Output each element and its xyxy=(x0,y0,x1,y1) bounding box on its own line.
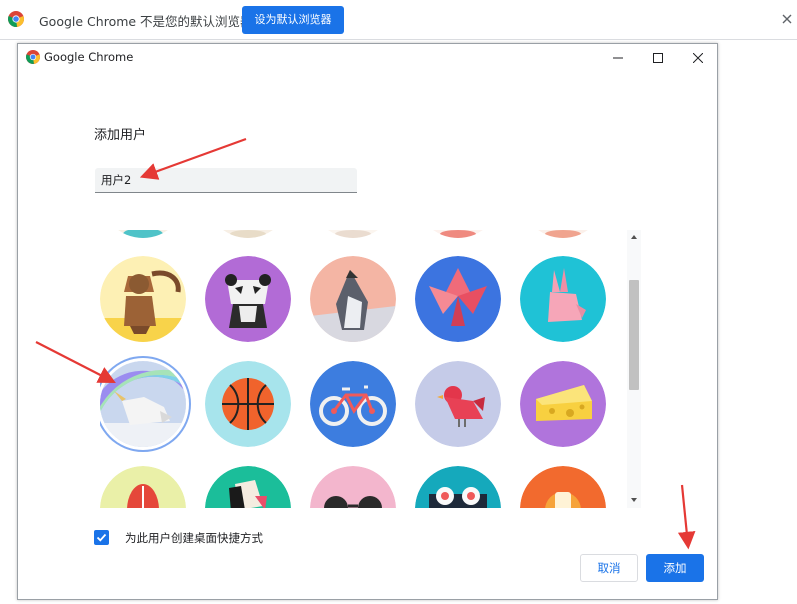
avatar-bicycle[interactable] xyxy=(310,361,396,447)
chrome-logo-icon xyxy=(8,11,24,27)
add-button[interactable]: 添加 xyxy=(646,554,704,582)
checkmark-icon xyxy=(96,533,107,542)
avatar-option[interactable] xyxy=(205,230,291,238)
maximize-icon xyxy=(653,53,663,63)
avatar-fox[interactable] xyxy=(520,466,606,508)
maximize-button[interactable] xyxy=(638,44,678,72)
avatar-grid xyxy=(100,230,640,508)
infobar-message: Google Chrome 不是您的默认浏览器 xyxy=(39,14,253,29)
close-window-button[interactable] xyxy=(678,44,718,72)
add-user-dialog: Google Chrome 添加用户 用户2 为此用户创建桌面快捷方式 取消 添… xyxy=(17,43,718,600)
scroll-up-arrow-icon[interactable] xyxy=(629,233,639,241)
dialog-heading: 添加用户 xyxy=(94,128,147,143)
create-shortcut-label[interactable]: 为此用户创建桌面快捷方式 xyxy=(125,530,263,546)
avatar-rabbit[interactable] xyxy=(520,256,606,342)
avatar-burger[interactable] xyxy=(205,466,291,508)
avatar-penguin[interactable] xyxy=(310,256,396,342)
set-default-browser-button[interactable]: 设为默认浏览器 xyxy=(242,6,344,34)
minimize-button[interactable] xyxy=(598,44,638,72)
window-title: Google Chrome xyxy=(44,50,134,64)
cancel-button[interactable]: 取消 xyxy=(580,554,638,582)
scroll-down-arrow-icon[interactable] xyxy=(629,496,639,504)
avatar-sushi[interactable] xyxy=(415,466,501,508)
avatar-option[interactable] xyxy=(310,230,396,238)
avatar-option[interactable] xyxy=(415,230,501,238)
avatar-panda[interactable] xyxy=(205,256,291,342)
avatar-option[interactable] xyxy=(100,230,186,238)
scrollbar-thumb[interactable] xyxy=(629,280,639,390)
close-icon xyxy=(693,53,703,63)
window-titlebar: Google Chrome xyxy=(18,44,717,72)
minimize-icon xyxy=(613,57,623,59)
user-name-input[interactable] xyxy=(95,168,357,193)
avatar-sunglasses[interactable] xyxy=(310,466,396,508)
avatar-grid-scrollbar[interactable] xyxy=(627,230,641,508)
avatar-butterfly[interactable] xyxy=(415,256,501,342)
avatar-unicorn[interactable] xyxy=(100,361,186,447)
avatar-monkey[interactable] xyxy=(100,256,186,342)
avatar-option[interactable] xyxy=(520,230,606,238)
chrome-logo-icon xyxy=(26,50,40,64)
avatar-basketball[interactable] xyxy=(205,361,291,447)
avatar-bird[interactable] xyxy=(415,361,501,447)
create-shortcut-checkbox[interactable] xyxy=(94,530,109,545)
avatar-cheese[interactable] xyxy=(520,361,606,447)
avatar-football[interactable] xyxy=(100,466,186,508)
default-browser-infobar: Google Chrome 不是您的默认浏览器 设为默认浏览器 xyxy=(0,0,797,40)
close-icon[interactable] xyxy=(779,11,795,27)
